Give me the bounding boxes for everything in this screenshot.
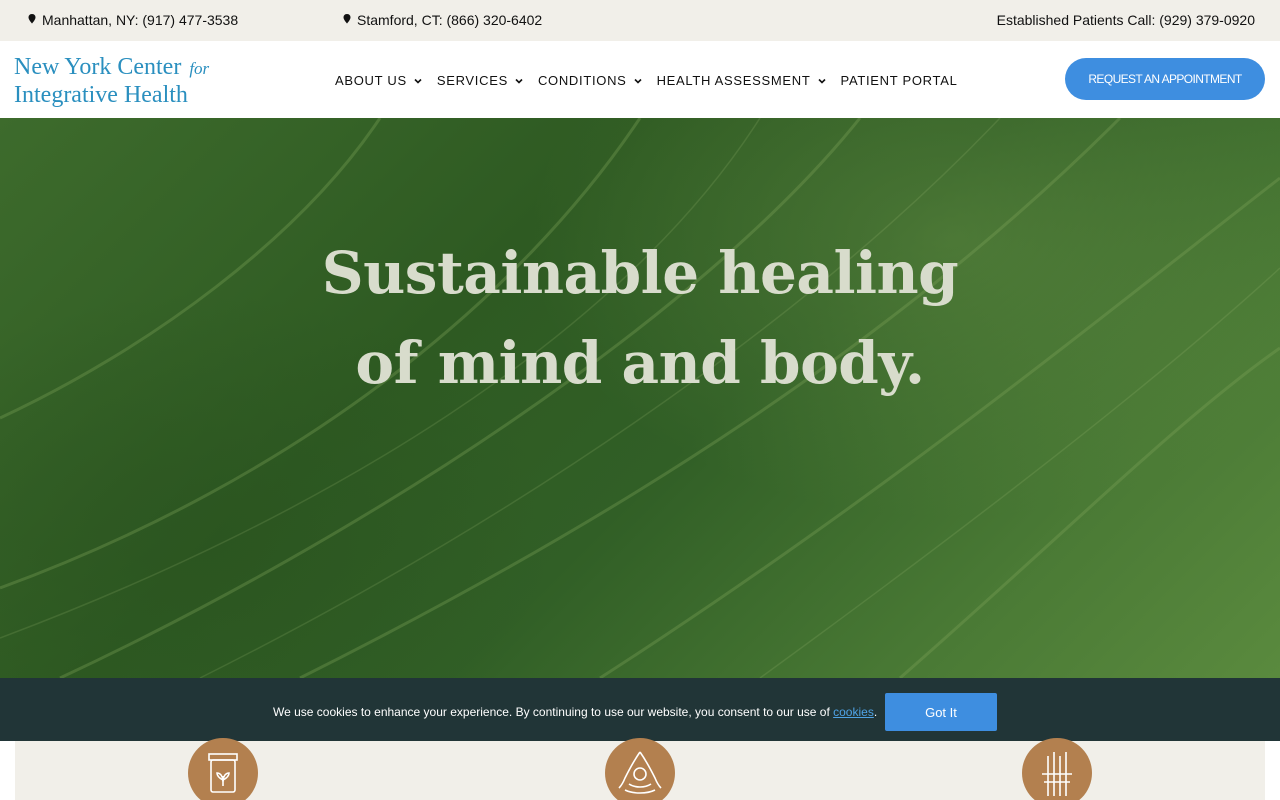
chevron-down-icon: [515, 78, 523, 84]
hero-banner: Sustainable healing of mind and body.: [0, 118, 1280, 678]
nav-label: CONDITIONS: [537, 73, 627, 88]
logo-for: for: [189, 59, 210, 78]
chevron-down-icon: [414, 78, 422, 84]
nav-item-conditions[interactable]: CONDITIONS: [538, 73, 643, 88]
nav-label: PATIENT PORTAL: [840, 73, 958, 88]
cookie-banner: We use cookies to enhance your experienc…: [0, 678, 1280, 741]
herbal-jar-icon[interactable]: [188, 738, 258, 800]
nav-label: SERVICES: [436, 73, 508, 88]
top-contact-bar: Manhattan, NY: (917) 477-3538 Stamford, …: [0, 0, 1280, 41]
site-header: New York Center for Integrative Health A…: [0, 41, 1280, 118]
cookie-message-text: We use cookies to enhance your experienc…: [273, 705, 834, 719]
main-nav: ABOUT US SERVICES CONDITIONS HEALTH ASSE…: [335, 73, 972, 88]
stamford-phone-text[interactable]: Stamford, CT: (866) 320-6402: [357, 12, 542, 28]
map-pin-icon: [24, 12, 40, 28]
logo-line-2: Integrative Health: [14, 82, 188, 108]
hero-line-1: Sustainable healing: [321, 239, 959, 307]
meditation-icon[interactable]: [605, 738, 675, 800]
stamford-contact[interactable]: Stamford, CT: (866) 320-6402: [339, 12, 542, 28]
hero-line-2: of mind and body.: [355, 329, 925, 397]
nav-label: HEALTH ASSESSMENT: [656, 73, 811, 88]
request-appointment-button[interactable]: REQUEST AN APPOINTMENT: [1065, 58, 1265, 100]
manhattan-phone-text[interactable]: Manhattan, NY: (917) 477-3538: [42, 12, 238, 28]
cookie-period: .: [873, 705, 878, 719]
nav-label: ABOUT US: [335, 73, 407, 88]
site-logo[interactable]: New York Center for Integrative Health: [14, 54, 209, 108]
acupuncture-needles-icon[interactable]: [1022, 738, 1092, 800]
nav-item-about-us[interactable]: ABOUT US: [335, 73, 423, 88]
nav-item-health-assessment[interactable]: HEALTH ASSESSMENT: [657, 73, 827, 88]
established-patients-phone[interactable]: Established Patients Call: (929) 379-092…: [997, 12, 1255, 28]
chevron-down-icon: [817, 78, 826, 84]
cookie-message: We use cookies to enhance your experienc…: [273, 705, 877, 719]
services-strip: [0, 738, 1280, 800]
hero-headline: Sustainable healing of mind and body.: [0, 228, 1280, 408]
nav-item-services[interactable]: SERVICES: [437, 73, 524, 88]
map-pin-icon: [339, 12, 355, 28]
cookies-link[interactable]: cookies: [833, 705, 874, 719]
chevron-down-icon: [633, 78, 642, 84]
nav-item-patient-portal[interactable]: PATIENT PORTAL: [841, 73, 958, 88]
logo-line-1: New York Center: [14, 54, 182, 80]
services-panel: [15, 738, 1265, 800]
manhattan-contact[interactable]: Manhattan, NY: (917) 477-3538: [24, 12, 238, 28]
got-it-button[interactable]: Got It: [885, 693, 997, 731]
